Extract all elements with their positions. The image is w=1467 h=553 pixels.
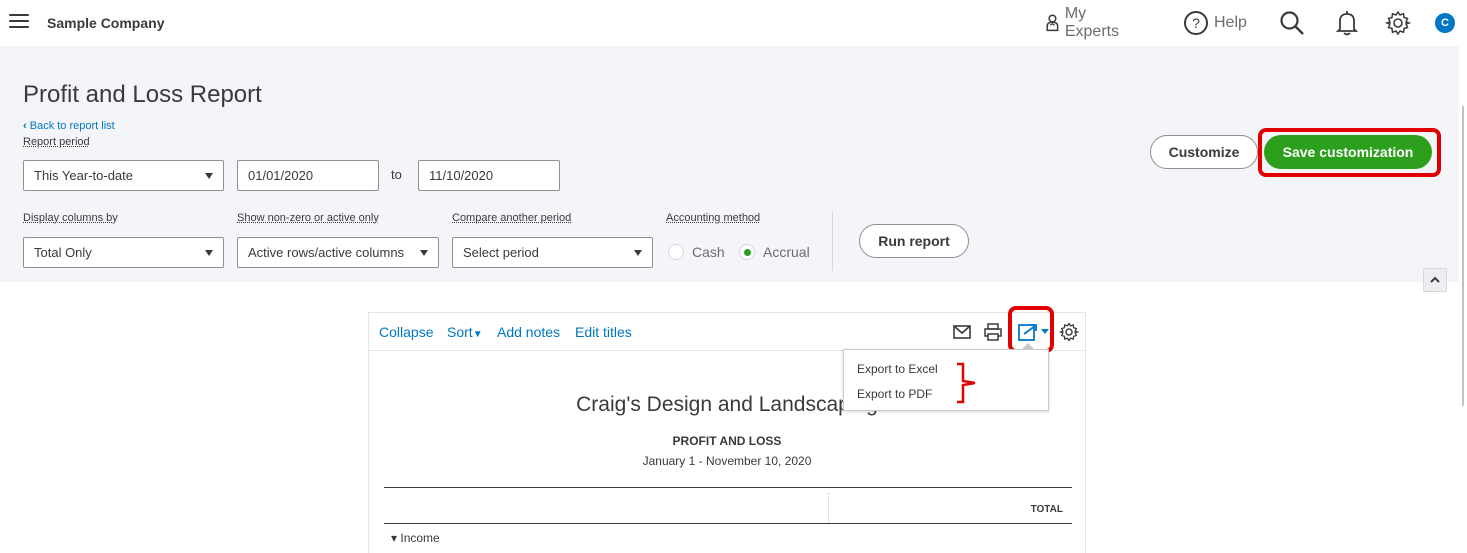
- cash-radio[interactable]: Cash: [668, 244, 725, 260]
- bell-icon: [1336, 11, 1358, 36]
- top-bar: Sample Company My Experts ? Help C: [0, 0, 1467, 46]
- divider: [832, 211, 833, 271]
- print-icon[interactable]: [984, 323, 1002, 346]
- export-to-pdf-item[interactable]: Export to PDF: [857, 387, 932, 401]
- export-dropdown-menu: Export to Excel Export to PDF: [843, 349, 1049, 411]
- svg-text:?: ?: [1192, 15, 1200, 31]
- total-column-header: TOTAL: [1030, 504, 1063, 515]
- run-report-button[interactable]: Run report: [859, 224, 969, 258]
- table-header-rule: [384, 523, 1072, 524]
- display-columns-select[interactable]: Total Only: [23, 237, 224, 268]
- page-scrollbar[interactable]: [1459, 46, 1467, 553]
- help-button[interactable]: ? Help: [1183, 8, 1247, 38]
- email-icon[interactable]: [953, 325, 971, 344]
- date-from-value: 01/01/2020: [248, 168, 314, 183]
- caret-down-icon: [205, 173, 213, 179]
- add-notes-link[interactable]: Add notes: [497, 324, 560, 340]
- customize-button[interactable]: Customize: [1150, 135, 1258, 169]
- income-row[interactable]: ▾ Income: [391, 531, 440, 545]
- back-to-report-list-link[interactable]: ‹ Back to report list: [23, 120, 115, 132]
- bracket-annotation: [957, 362, 976, 404]
- export-to-excel-item[interactable]: Export to Excel: [857, 362, 938, 376]
- caret-down-icon: [634, 250, 642, 256]
- company-name: Sample Company: [47, 15, 165, 31]
- compare-period-value: Select period: [463, 245, 539, 260]
- report-title[interactable]: PROFIT AND LOSS: [369, 434, 1085, 448]
- date-to-input[interactable]: 11/10/2020: [418, 160, 560, 191]
- my-experts-button[interactable]: My Experts: [1045, 5, 1124, 40]
- hamburger-menu-icon[interactable]: [9, 14, 29, 30]
- my-experts-label: My Experts: [1064, 5, 1120, 40]
- sort-link[interactable]: Sort▼: [447, 324, 483, 340]
- sort-label: Sort: [447, 324, 473, 340]
- chevron-up-icon: [1430, 276, 1440, 283]
- gear-icon: [1385, 10, 1411, 36]
- highlight-annotation: [1258, 128, 1441, 177]
- page-title: Profit and Loss Report: [23, 81, 262, 108]
- show-nonzero-value: Active rows/active columns: [248, 245, 405, 260]
- compare-period-select[interactable]: Select period: [452, 237, 653, 268]
- show-nonzero-select[interactable]: Active rows/active columns: [237, 237, 439, 268]
- help-circle-icon: ?: [1184, 11, 1208, 35]
- report-date-range: January 1 - November 10, 2020: [642, 454, 812, 468]
- caret-down-icon: ▼: [472, 329, 483, 340]
- column-divider: [828, 493, 829, 523]
- experts-person-icon: [1046, 14, 1059, 32]
- date-to-value: 11/10/2020: [429, 168, 494, 183]
- help-label: Help: [1214, 14, 1247, 31]
- edit-titles-link[interactable]: Edit titles: [575, 324, 632, 340]
- display-columns-value: Total Only: [34, 245, 92, 260]
- search-icon: [1280, 11, 1304, 35]
- caret-down-icon: [420, 250, 428, 256]
- accrual-radio[interactable]: Accrual: [739, 244, 810, 260]
- settings-button[interactable]: [1385, 8, 1411, 38]
- cash-label: Cash: [692, 244, 725, 260]
- gear-icon[interactable]: [1058, 322, 1080, 347]
- caret-down-icon: [205, 250, 213, 256]
- display-columns-label[interactable]: Display columns by: [23, 212, 118, 224]
- user-avatar-button[interactable]: C: [1435, 8, 1455, 38]
- accounting-method-label[interactable]: Accounting method: [666, 212, 760, 224]
- chevron-left-icon: ‹: [23, 120, 27, 132]
- table-top-rule: [384, 487, 1072, 488]
- collapse-header-button[interactable]: [1423, 268, 1447, 292]
- notifications-button[interactable]: [1336, 8, 1358, 38]
- date-to-separator: to: [391, 167, 402, 182]
- back-link-label: Back to report list: [29, 120, 115, 132]
- report-period-select[interactable]: This Year-to-date: [23, 160, 224, 191]
- collapse-link[interactable]: Collapse: [379, 324, 433, 340]
- accrual-label: Accrual: [763, 244, 810, 260]
- radio-selected: [739, 244, 755, 260]
- collapse-row-icon[interactable]: ▾: [391, 531, 397, 545]
- search-button[interactable]: [1279, 8, 1305, 38]
- compare-period-label[interactable]: Compare another period: [452, 212, 571, 224]
- report-period-label[interactable]: Report period: [23, 136, 90, 148]
- report-toolbar: Collapse Sort▼ Add notes Edit titles: [369, 313, 1085, 351]
- income-row-label: Income: [400, 531, 440, 545]
- avatar: C: [1435, 13, 1455, 33]
- date-from-input[interactable]: 01/01/2020: [237, 160, 379, 191]
- show-nonzero-label[interactable]: Show non-zero or active only: [237, 212, 379, 224]
- radio-unselected: [668, 244, 684, 260]
- report-period-value: This Year-to-date: [34, 168, 134, 183]
